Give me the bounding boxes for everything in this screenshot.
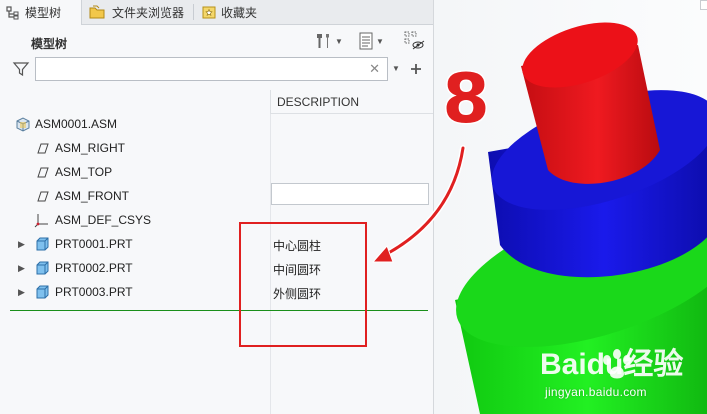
search-input[interactable] (40, 58, 364, 80)
add-icon[interactable] (409, 62, 423, 76)
show-dropdown-icon: ▼ (376, 36, 384, 46)
panel-header: 模型树 ▼ ▼ (0, 28, 433, 54)
datum-plane-icon (37, 191, 49, 202)
search-dropdown-icon[interactable]: ▼ (392, 64, 400, 73)
tree-row-label: PRT0002.PRT (55, 261, 133, 275)
settings-dropdown-icon: ▼ (335, 36, 343, 46)
expand-arrow-icon[interactable]: ▶ (18, 237, 28, 251)
folder-browser-icon (89, 5, 105, 19)
viewport-corner-button[interactable] (700, 0, 707, 10)
favorites-icon (202, 6, 216, 19)
datum-plane-icon (37, 143, 49, 154)
tree-row-label: PRT0001.PRT (55, 237, 133, 251)
column-header-description[interactable]: DESCRIPTION (270, 90, 433, 114)
panel-title: 模型树 (31, 37, 68, 51)
part-icon (36, 237, 49, 251)
tree-row-label: ASM_RIGHT (55, 141, 126, 155)
filter-icon[interactable] (12, 60, 30, 78)
tree-row-label: PRT0003.PRT (55, 285, 133, 299)
datum-plane-icon (37, 167, 49, 178)
panel-tabs: 模型树 文件夹浏览器 收藏夹 (0, 0, 433, 25)
annotation-arrow (371, 145, 466, 263)
tab-divider (193, 4, 194, 20)
column-header-label: DESCRIPTION (277, 94, 360, 109)
clear-search-icon[interactable]: ✕ (369, 61, 380, 77)
tree-row-label: ASM_TOP (55, 165, 113, 179)
highlight-box (239, 222, 367, 347)
tab-folder-browser[interactable]: 文件夹浏览器 (83, 0, 190, 24)
filter-display-button[interactable] (404, 31, 426, 50)
tab-favorites[interactable]: 收藏夹 (196, 0, 263, 24)
tab-model-tree[interactable]: 模型树 (0, 0, 82, 25)
tab-folder-browser-label: 文件夹浏览器 (112, 5, 185, 20)
list-icon (359, 32, 373, 50)
model-tree-icon (6, 5, 19, 19)
part-icon (36, 285, 49, 299)
search-box: ✕ (35, 57, 388, 81)
tools-icon (317, 34, 329, 48)
hide-items-icon (404, 31, 425, 50)
tree-row-asm0001[interactable]: ASM0001.ASM (0, 112, 433, 136)
tab-model-tree-label: 模型树 (25, 6, 62, 20)
step-number-badge: 8 (441, 62, 491, 132)
coordinate-system-icon (34, 214, 48, 228)
tree-row-label: ASM0001.ASM (35, 117, 118, 131)
expand-arrow-icon[interactable]: ▶ (18, 285, 28, 299)
tree-row-label: ASM_DEF_CSYS (55, 213, 152, 227)
tab-favorites-label: 收藏夹 (221, 5, 258, 20)
expand-arrow-icon[interactable]: ▶ (18, 261, 28, 275)
tree-row-label: ASM_FRONT (55, 189, 130, 203)
assembly-icon (16, 117, 30, 132)
settings-button[interactable]: ▼ (315, 32, 343, 50)
part-icon (36, 261, 49, 275)
show-button[interactable]: ▼ (358, 32, 384, 50)
tree-row-prt0003[interactable]: ▶ PRT0003.PRT 外侧圆环 (0, 280, 433, 304)
svg-text:8: 8 (442, 62, 489, 132)
watermark-url: jingyan.baidu.com (545, 385, 647, 399)
